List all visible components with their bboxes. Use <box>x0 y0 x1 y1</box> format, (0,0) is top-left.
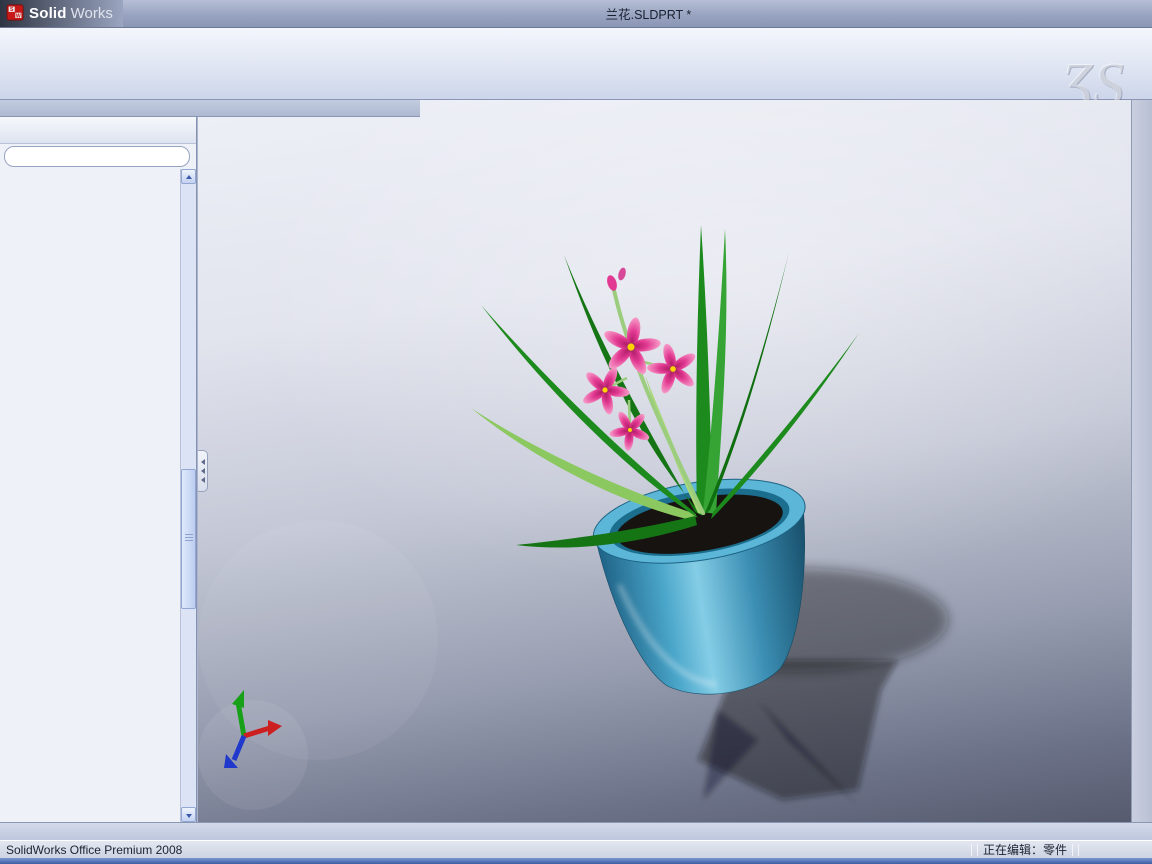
panel-splitter[interactable] <box>198 450 208 492</box>
solidworks-logo: SW Solid Works <box>0 0 123 27</box>
status-editing: 正在编辑：零件 <box>982 843 1067 857</box>
window-bottom-edge <box>0 858 1152 864</box>
logo-text-solid: Solid <box>29 5 67 22</box>
status-product: SolidWorks Office Premium 2008 <box>6 842 183 857</box>
scroll-thumb[interactable] <box>181 469 196 609</box>
flower-bud <box>618 267 626 281</box>
bottom-tab-bar <box>0 822 1152 840</box>
panel-tabs <box>0 117 196 144</box>
solidworks-window: SW Solid Works 兰花.SLDPRT * ƷS SolidWorks… <box>0 0 1152 864</box>
scroll-down-button[interactable] <box>181 807 196 822</box>
logo-text-works: Works <box>70 5 113 22</box>
tree-scrollbar[interactable] <box>180 169 196 822</box>
scroll-up-button[interactable] <box>181 169 196 184</box>
main-area <box>0 100 1152 822</box>
command-manager-tabs <box>0 100 420 117</box>
reference-triad <box>224 690 282 768</box>
feature-manager-panel <box>0 117 197 822</box>
orchid-flowers <box>583 317 696 451</box>
title-bar: SW Solid Works 兰花.SLDPRT * <box>0 0 1152 28</box>
feature-tree <box>0 169 180 822</box>
status-bar: SolidWorks Office Premium 2008 正在编辑：零件 <box>0 840 1152 864</box>
task-pane-strip <box>1131 100 1152 822</box>
flower-bud <box>607 275 617 291</box>
filter-input[interactable] <box>15 150 183 163</box>
graphics-viewport[interactable] <box>198 100 1131 822</box>
svg-text:W: W <box>16 13 21 19</box>
feature-filter <box>4 146 190 167</box>
command-manager-toolbar: ƷS <box>0 28 1152 119</box>
document-title: 兰花.SLDPRT * <box>605 8 692 22</box>
solidworks-cube-icon: SW <box>6 3 25 25</box>
svg-text:S: S <box>10 7 14 13</box>
orchid-model <box>198 225 948 810</box>
